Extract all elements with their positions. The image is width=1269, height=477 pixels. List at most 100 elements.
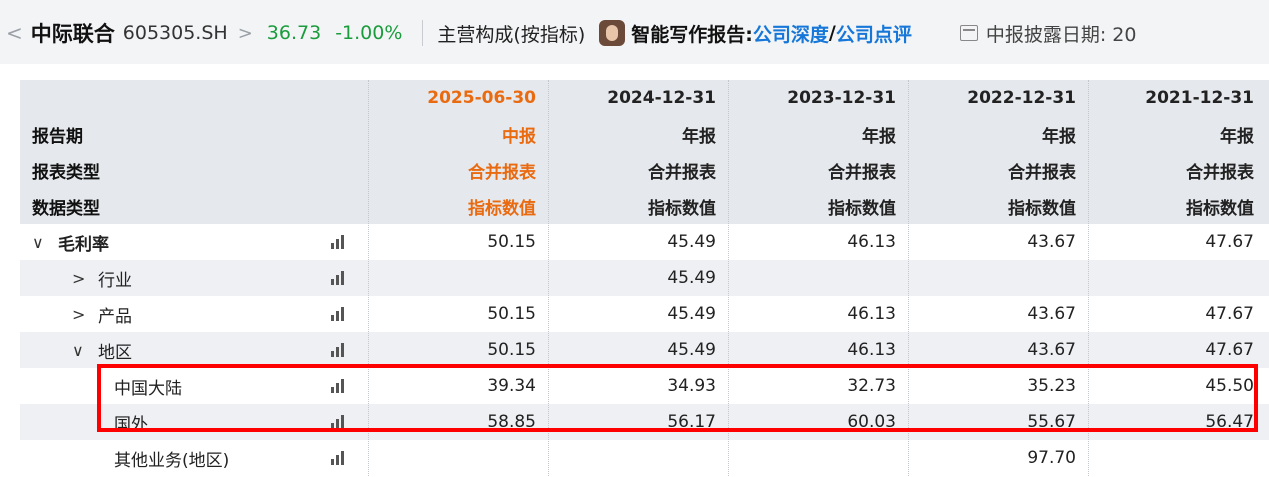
column-data-type: 指标数值 <box>828 198 896 219</box>
table-row[interactable]: 国外 58.85 56.17 60.03 55.67 56.47 <box>20 404 1269 440</box>
value-cell <box>548 440 728 476</box>
column-data-type: 指标数值 <box>468 198 536 219</box>
back-icon[interactable]: < <box>6 21 23 45</box>
value-cell: 35.23 <box>1027 376 1076 396</box>
value-cell: 34.93 <box>667 376 716 396</box>
column-report-type: 合并报表 <box>468 162 536 183</box>
stock-price: 36.73 <box>266 22 322 44</box>
row-label: 毛利率 <box>58 234 109 255</box>
row-label: 国外 <box>114 414 148 435</box>
bar-chart-icon[interactable] <box>331 451 347 465</box>
column-report-type: 合并报表 <box>1186 162 1254 183</box>
column-data-type: 指标数值 <box>1008 198 1076 219</box>
stock-code: 605305.SH <box>122 22 228 44</box>
column-divider <box>548 80 549 476</box>
column-report-type: 合并报表 <box>1008 162 1076 183</box>
table-row[interactable]: ∨ 地区 50.15 45.49 46.13 43.67 47.67 <box>20 332 1269 368</box>
link-separator: / <box>828 22 836 44</box>
value-cell: 45.49 <box>667 304 716 324</box>
stock-header-bar: < 中际联合 605305.SH > 36.73 -1.00% 主营构成(按指标… <box>0 0 1269 64</box>
column-report-type: 合并报表 <box>648 162 716 183</box>
bar-chart-icon[interactable] <box>331 271 347 285</box>
row-label: 行业 <box>98 270 132 291</box>
value-cell: 45.49 <box>667 232 716 252</box>
table-row[interactable]: 其他业务(地区) 97.70 <box>20 440 1269 476</box>
stock-name: 中际联合 <box>30 22 115 46</box>
disclosure-date-label: 中报披露日期: 20 <box>985 23 1137 46</box>
collapse-icon[interactable]: ∨ <box>72 341 92 360</box>
company-review-link[interactable]: 公司点评 <box>836 20 912 47</box>
column-divider <box>1088 80 1089 476</box>
row-label-cell: > 行业 <box>20 260 368 296</box>
table-row[interactable]: > 产品 50.15 45.49 46.13 43.67 47.67 <box>20 296 1269 332</box>
header-row-label: 数据类型 <box>32 198 100 219</box>
value-cell: 47.67 <box>1205 304 1254 324</box>
value-cell: 56.17 <box>667 412 716 432</box>
bar-chart-icon[interactable] <box>331 307 347 321</box>
collapse-icon[interactable]: ∨ <box>32 233 52 252</box>
calendar-icon <box>959 25 978 41</box>
value-cell: 47.67 <box>1205 340 1254 360</box>
bar-chart-icon[interactable] <box>331 379 347 393</box>
column-date[interactable]: 2023-12-31 <box>728 80 908 116</box>
expand-icon[interactable]: > <box>72 269 92 288</box>
value-cell <box>1088 440 1266 476</box>
row-label-cell: ∨ 地区 <box>20 332 368 368</box>
column-report-type: 合并报表 <box>828 162 896 183</box>
value-cell: 50.15 <box>487 232 536 252</box>
value-cell: 50.15 <box>487 340 536 360</box>
smart-report-label: 智能写作报告: <box>631 23 753 46</box>
column-date[interactable]: 2022-12-31 <box>908 80 1088 116</box>
table-row[interactable]: 中国大陆 39.34 34.93 32.73 35.23 45.50 <box>20 368 1269 404</box>
value-cell: 45.49 <box>667 268 716 288</box>
value-cell: 56.47 <box>1205 412 1254 432</box>
column-date[interactable]: 2024-12-31 <box>548 80 728 116</box>
value-cell <box>728 440 908 476</box>
value-cell: 46.13 <box>847 340 896 360</box>
column-divider <box>368 80 369 476</box>
table-header: 报告期报表类型数据类型 2025-06-30 中报合并报表指标数值 2024-12-3… <box>20 80 1269 224</box>
table-row[interactable]: > 行业 45.49 <box>20 260 1269 296</box>
value-cell: 60.03 <box>847 412 896 432</box>
column-period: 年报 <box>862 126 896 147</box>
value-cell: 39.34 <box>487 376 536 396</box>
row-label-cell: 中国大陆 <box>20 368 368 404</box>
value-cell: 97.70 <box>1027 448 1076 468</box>
value-cell: 45.49 <box>667 340 716 360</box>
row-label-cell: 国外 <box>20 404 368 440</box>
header-row-label: 报表类型 <box>32 162 100 183</box>
price-change: -1.00% <box>335 22 403 44</box>
value-cell <box>908 260 1088 296</box>
table-row[interactable]: ∨ 毛利率 50.15 45.49 46.13 43.67 47.67 <box>20 224 1269 260</box>
column-period: 年报 <box>1220 126 1254 147</box>
column-period: 年报 <box>682 126 716 147</box>
bar-chart-icon[interactable] <box>331 343 347 357</box>
value-cell: 43.67 <box>1027 232 1076 252</box>
bar-chart-icon[interactable] <box>331 235 347 249</box>
value-cell <box>368 260 548 296</box>
chevron-right-icon[interactable]: > <box>238 23 253 44</box>
row-label: 地区 <box>98 342 132 363</box>
header-row-label: 报告期 <box>32 126 83 147</box>
column-period: 年报 <box>1042 126 1076 147</box>
value-cell <box>1088 260 1266 296</box>
column-period: 中报 <box>502 126 536 147</box>
column-data-type: 指标数值 <box>648 198 716 219</box>
segment-title[interactable]: 主营构成(按指标) <box>437 20 585 47</box>
value-cell: 45.50 <box>1205 376 1254 396</box>
row-label: 其他业务(地区) <box>114 450 230 471</box>
row-label: 产品 <box>98 306 132 327</box>
column-data-type: 指标数值 <box>1186 198 1254 219</box>
divider <box>422 20 424 46</box>
value-cell: 47.67 <box>1205 232 1254 252</box>
row-label-cell: > 产品 <box>20 296 368 332</box>
row-label-cell: 其他业务(地区) <box>20 440 368 476</box>
column-date[interactable]: 2021-12-31 <box>1088 80 1266 116</box>
column-date[interactable]: 2025-06-30 <box>368 80 548 116</box>
expand-icon[interactable]: > <box>72 305 92 324</box>
column-divider <box>728 80 729 476</box>
value-cell: 43.67 <box>1027 340 1076 360</box>
bar-chart-icon[interactable] <box>331 415 347 429</box>
avatar <box>599 20 626 46</box>
company-deep-link[interactable]: 公司深度 <box>753 20 829 47</box>
